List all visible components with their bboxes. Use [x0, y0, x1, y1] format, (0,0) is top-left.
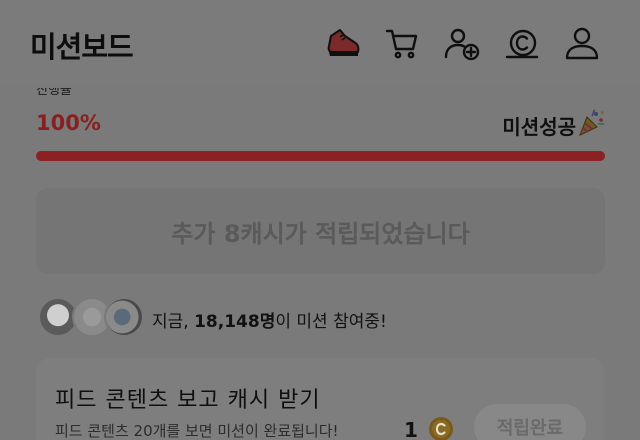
cash-coin-icon: [428, 416, 454, 440]
complete-button[interactable]: 적립완료: [474, 404, 586, 440]
sneaker-icon[interactable]: [324, 24, 362, 62]
progress-caption: 진행율: [36, 88, 72, 98]
participant-count: 18,148명: [194, 312, 276, 332]
app-header: 미션보드: [0, 0, 640, 84]
page-title: 미션보드: [30, 30, 134, 64]
reward-amount: 1: [404, 418, 418, 440]
mission-title: 피드 콘텐츠 보고 캐시 받기: [55, 388, 321, 413]
profile-icon[interactable]: [563, 24, 601, 62]
cash-coin-icon[interactable]: [503, 24, 541, 62]
mission-status: 미션성공: [502, 115, 576, 139]
party-popper-icon: [576, 108, 606, 138]
cart-icon[interactable]: [383, 24, 421, 62]
avatar: [104, 297, 144, 337]
cash-notice: 추가 8캐시가 적립되었습니다: [36, 188, 605, 274]
progress-bar: [36, 151, 605, 161]
participant-prefix: 지금,: [152, 312, 195, 332]
mission-description: 피드 콘텐츠 20개를 보면 미션이 완료됩니다!: [55, 422, 339, 440]
progress-bar-fill: [36, 151, 605, 161]
mission-card: 피드 콘텐츠 보고 캐시 받기 피드 콘텐츠 20개를 보면 미션이 완료됩니다…: [36, 358, 605, 440]
add-user-icon[interactable]: [443, 24, 481, 62]
cash-notice-text: 추가 8캐시가 적립되었습니다: [171, 219, 470, 248]
participant-avatars: [38, 297, 148, 337]
progress-percent: 100%: [36, 111, 101, 135]
participant-suffix: 이 미션 참여중!: [275, 312, 387, 332]
participant-count-text: 지금, 18,148명이 미션 참여중!: [152, 307, 387, 332]
